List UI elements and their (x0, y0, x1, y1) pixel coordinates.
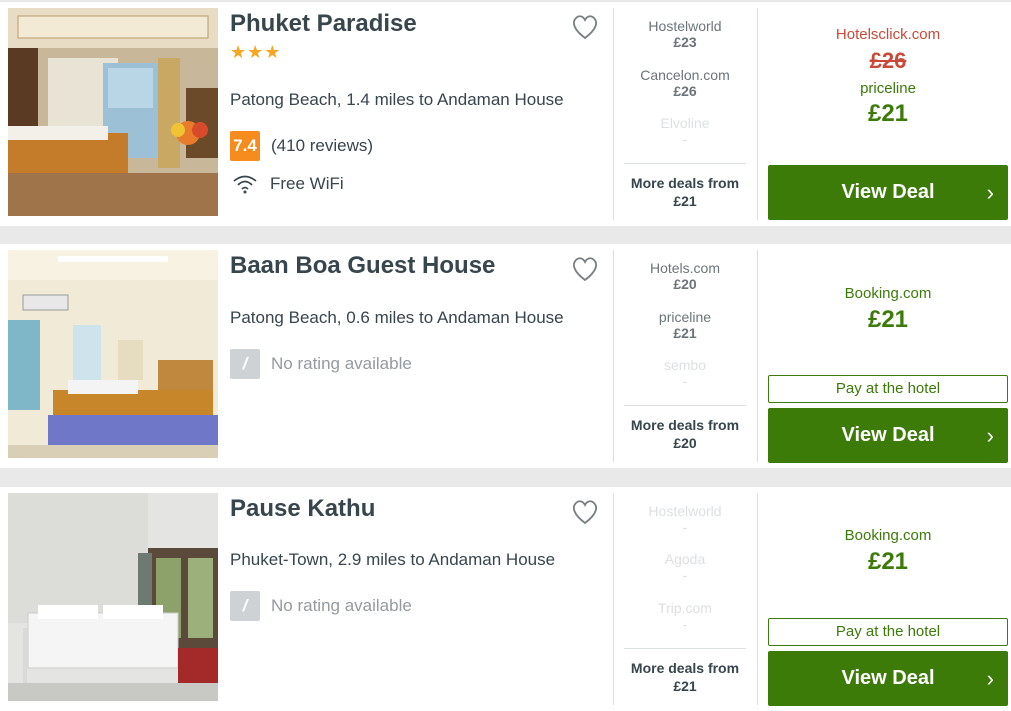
best-deal[interactable]: Booking.com £21 (768, 285, 1008, 334)
deal-price: £20 (673, 276, 697, 292)
deal-item: Agoda - (624, 551, 746, 583)
star-rating: ★★★ (230, 42, 282, 62)
more-deals-label: More deals from (630, 417, 740, 433)
hotel-location: Phuket-Town, 2.9 miles to Andaman House (230, 550, 556, 569)
divider (613, 493, 614, 705)
hotel-location: Patong Beach, 1.4 miles to Andaman House (230, 90, 564, 109)
deal-price: - (682, 519, 688, 535)
favorite-heart-icon[interactable] (570, 12, 600, 42)
best-deal-site: Booking.com (844, 527, 932, 544)
more-deals-label: More deals from (630, 660, 740, 676)
deal-item: sembo - (624, 357, 746, 389)
rating-score-badge: 7.4 (230, 131, 260, 161)
deal-provider: Agoda (664, 551, 706, 567)
deal-price: £23 (673, 34, 697, 50)
deal-provider: Hotels.com (649, 260, 721, 276)
deal-item[interactable]: Hotels.com £20 (624, 260, 746, 292)
deal-provider: sembo (663, 357, 707, 373)
pay-at-hotel-badge: Pay at the hotel (768, 618, 1008, 646)
amenity-label: Free WiFi (270, 174, 344, 193)
divider (624, 163, 746, 164)
deal-provider: Hostelworld (648, 18, 722, 34)
more-deals-link[interactable]: More deals from £21 (624, 174, 746, 210)
divider (613, 250, 614, 462)
deal-item: Trip.com - (624, 600, 746, 632)
favorite-heart-icon[interactable] (570, 497, 600, 527)
deal-price: £21 (673, 325, 697, 341)
best-price: £21 (867, 548, 909, 575)
review-count[interactable]: (410 reviews) (271, 136, 373, 156)
deal-price: - (682, 616, 688, 632)
more-deals-price: £20 (673, 435, 697, 451)
divider (613, 8, 614, 220)
more-deals-price: £21 (673, 193, 697, 209)
hotel-card: Pause Kathu Phuket-Town, 2.9 miles to An… (0, 487, 1011, 711)
deal-price: - (682, 567, 688, 583)
hotel-name[interactable]: Baan Boa Guest House (230, 252, 495, 280)
more-deals-link[interactable]: More deals from £20 (624, 416, 746, 452)
divider (757, 493, 758, 705)
deal-provider: priceline (658, 309, 712, 325)
view-deal-button[interactable]: View Deal › (768, 165, 1008, 220)
deal-item[interactable]: Cancelon.com £26 (624, 67, 746, 99)
old-price: £26 (869, 48, 907, 73)
favorite-heart-icon[interactable] (570, 254, 600, 284)
deal-provider: Hostelworld (648, 503, 722, 519)
amenity-wifi: Free WiFi (232, 174, 344, 194)
rating-row: / No rating available (230, 591, 412, 621)
deal-provider: Trip.com (658, 600, 712, 616)
deal-item[interactable]: Hostelworld £23 (624, 18, 746, 50)
deal-price: - (682, 373, 688, 389)
view-deal-button[interactable]: View Deal › (768, 651, 1008, 706)
deal-price: £26 (673, 83, 697, 99)
hotel-card: Baan Boa Guest House Patong Beach, 0.6 m… (0, 244, 1011, 468)
hotel-photo[interactable] (8, 493, 218, 701)
hotel-name[interactable]: Pause Kathu (230, 495, 375, 523)
divider (624, 648, 746, 649)
deal-provider: Elvoline (660, 115, 710, 131)
wifi-icon (233, 175, 257, 194)
deal-item[interactable]: priceline £21 (624, 309, 746, 341)
best-price: £21 (867, 306, 909, 333)
divider (757, 250, 758, 462)
more-deals-price: £21 (673, 678, 697, 694)
view-deal-label: View Deal (841, 424, 935, 446)
chevron-right-icon: › (986, 180, 994, 205)
pay-at-hotel-badge: Pay at the hotel (768, 375, 1008, 403)
deal-item: Elvoline - (624, 115, 746, 147)
view-deal-button[interactable]: View Deal › (768, 408, 1008, 463)
rating-score-badge: / (230, 349, 260, 379)
view-deal-label: View Deal (841, 181, 935, 203)
chevron-right-icon: › (986, 666, 994, 691)
deal-item: Hostelworld - (624, 503, 746, 535)
hotel-location: Patong Beach, 0.6 miles to Andaman House (230, 308, 564, 327)
alt-deal-site: priceline (860, 80, 916, 97)
more-deals-link[interactable]: More deals from £21 (624, 659, 746, 695)
hotel-photo[interactable] (8, 8, 218, 216)
hotel-card: Phuket Paradise ★★★ Patong Beach, 1.4 mi… (0, 2, 1011, 226)
no-rating-label: No rating available (271, 354, 412, 373)
rating-score-badge: / (230, 591, 260, 621)
chevron-right-icon: › (986, 423, 994, 448)
best-deal-site: Hotelsclick.com (835, 26, 941, 43)
rating-row: / No rating available (230, 349, 412, 379)
hotel-photo[interactable] (8, 250, 218, 458)
best-deal[interactable]: Hotelsclick.com £26 priceline £21 (768, 26, 1008, 128)
rating-row: 7.4 (410 reviews) (230, 131, 373, 161)
deal-price: - (682, 131, 688, 147)
hotel-name[interactable]: Phuket Paradise (230, 10, 417, 38)
divider (624, 405, 746, 406)
no-rating-label: No rating available (271, 596, 412, 615)
view-deal-label: View Deal (841, 667, 935, 689)
best-deal[interactable]: Booking.com £21 (768, 527, 1008, 576)
deal-provider: Cancelon.com (640, 67, 730, 83)
divider (757, 8, 758, 220)
best-deal-site: Booking.com (844, 285, 932, 302)
more-deals-label: More deals from (630, 175, 740, 191)
best-price: £21 (867, 100, 909, 127)
